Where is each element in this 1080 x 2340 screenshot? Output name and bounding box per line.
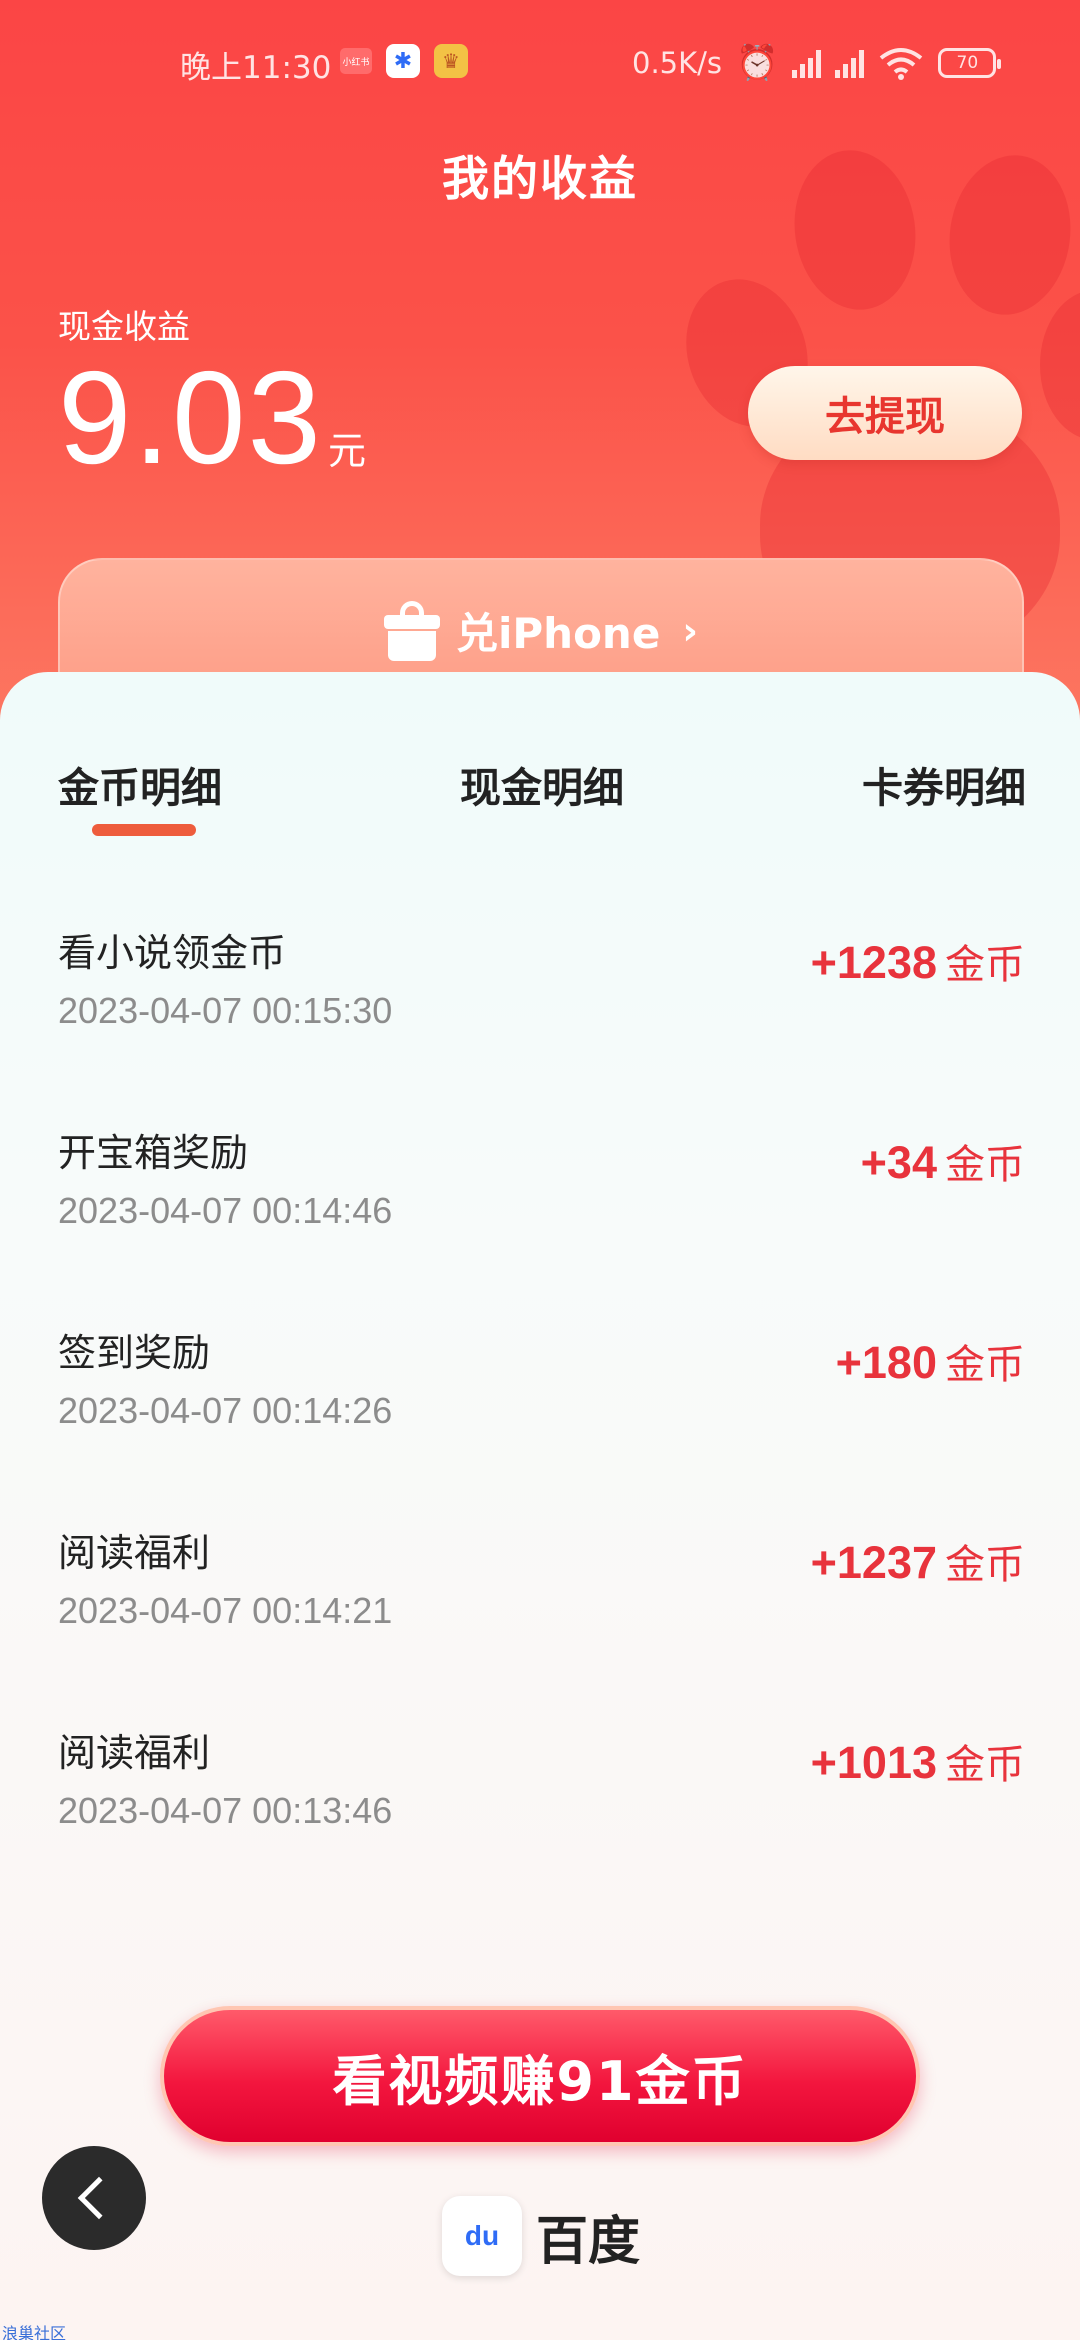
tab-coupon-details[interactable]: 卡券明细	[862, 754, 1026, 814]
baidu-brand-logo: du 百度	[442, 2196, 640, 2276]
list-item: 开宝箱奖励 2023-04-07 00:14:46 +34 金币	[0, 1122, 1080, 1322]
cash-earnings-amount: 9.03	[58, 344, 323, 491]
record-amount: +180 金币	[836, 1332, 1025, 1390]
status-app-icons: 小红书 ✱ ♛	[340, 44, 468, 78]
record-amount-value: +180	[835, 1337, 937, 1388]
record-amount-unit: 金币	[945, 1742, 1025, 1788]
baidu-paw-icon: du	[442, 2196, 522, 2276]
record-time: 2023-04-07 00:14:46	[58, 1190, 393, 1231]
cash-earnings-label: 现金收益	[58, 307, 190, 346]
game-icon: ♛	[434, 44, 468, 78]
list-item: 签到奖励 2023-04-07 00:14:26 +180 金币	[0, 1322, 1080, 1522]
record-amount: +1237 金币	[811, 1532, 1025, 1590]
battery-icon: 70	[938, 48, 1002, 78]
chevron-left-icon	[77, 2176, 121, 2220]
page-title: 我的收益	[442, 152, 638, 207]
chevron-right-icon: ›	[682, 608, 698, 653]
gift-icon	[384, 600, 440, 661]
record-amount: +1238 金币	[811, 932, 1025, 990]
status-indicators: 0.5K/s ⏰ 70	[632, 38, 1002, 88]
xiaohongshu-label: 小红书	[342, 57, 370, 68]
active-tab-indicator	[92, 824, 196, 836]
record-title: 开宝箱奖励	[58, 1131, 249, 1175]
record-title: 阅读福利	[58, 1531, 211, 1575]
xiaohongshu-icon: 小红书	[340, 48, 372, 74]
record-title: 看小说领金币	[58, 931, 287, 975]
record-amount-unit: 金币	[945, 1542, 1025, 1588]
record-time: 2023-04-07 00:13:46	[58, 1790, 393, 1831]
banner-content: 兑iPhone ›	[60, 600, 1022, 661]
watermark: 浪巢社区	[2, 2324, 67, 2340]
battery-level: 70	[956, 53, 979, 73]
list-item: 阅读福利 2023-04-07 00:13:46 +1013 金币	[0, 1722, 1080, 1922]
signal-icon	[792, 48, 822, 78]
withdraw-button[interactable]: 去提现	[748, 366, 1022, 460]
record-amount-value: +34	[860, 1137, 937, 1188]
record-time: 2023-04-07 00:15:30	[58, 990, 393, 1031]
record-amount-unit: 金币	[945, 1342, 1025, 1388]
record-time: 2023-04-07 00:14:26	[58, 1390, 393, 1431]
record-amount-unit: 金币	[945, 1142, 1025, 1188]
record-amount-value: +1238	[810, 937, 937, 988]
record-title: 签到奖励	[58, 1331, 211, 1375]
list-item: 阅读福利 2023-04-07 00:14:21 +1237 金币	[0, 1522, 1080, 1722]
brand-name: 百度	[536, 2211, 641, 2272]
status-bar: 晚上11:30 小红书 ✱ ♛ 0.5K/s ⏰ 70	[0, 38, 1080, 88]
record-time: 2023-04-07 00:14:21	[58, 1590, 393, 1631]
signal-icon	[835, 48, 865, 78]
watch-video-earn-button[interactable]: 看视频赚91金币	[160, 2006, 920, 2146]
back-button[interactable]	[42, 2146, 146, 2250]
network-speed: 0.5K/s	[632, 46, 723, 80]
cash-earnings-unit: 元	[328, 429, 367, 473]
record-amount: +1013 金币	[811, 1732, 1025, 1790]
record-amount-unit: 金币	[945, 942, 1025, 988]
wifi-icon	[880, 48, 923, 80]
record-title: 阅读福利	[58, 1731, 211, 1775]
alarm-icon: ⏰	[736, 43, 779, 83]
baidu-icon: ✱	[386, 44, 420, 78]
tab-cash-details[interactable]: 现金明细	[460, 754, 624, 814]
status-time: 晚上11:30	[180, 50, 332, 86]
coin-record-list: 看小说领金币 2023-04-07 00:15:30 +1238 金币 开宝箱奖…	[0, 922, 1080, 1922]
list-item: 看小说领金币 2023-04-07 00:15:30 +1238 金币	[0, 922, 1080, 1122]
record-amount-value: +1237	[810, 1537, 937, 1588]
tab-gold-details[interactable]: 金币明细	[58, 754, 222, 814]
record-amount-value: +1013	[810, 1737, 937, 1788]
record-amount: +34 金币	[861, 1132, 1025, 1190]
banner-label: 兑iPhone	[456, 609, 661, 658]
paw-decoration	[1040, 290, 1080, 440]
